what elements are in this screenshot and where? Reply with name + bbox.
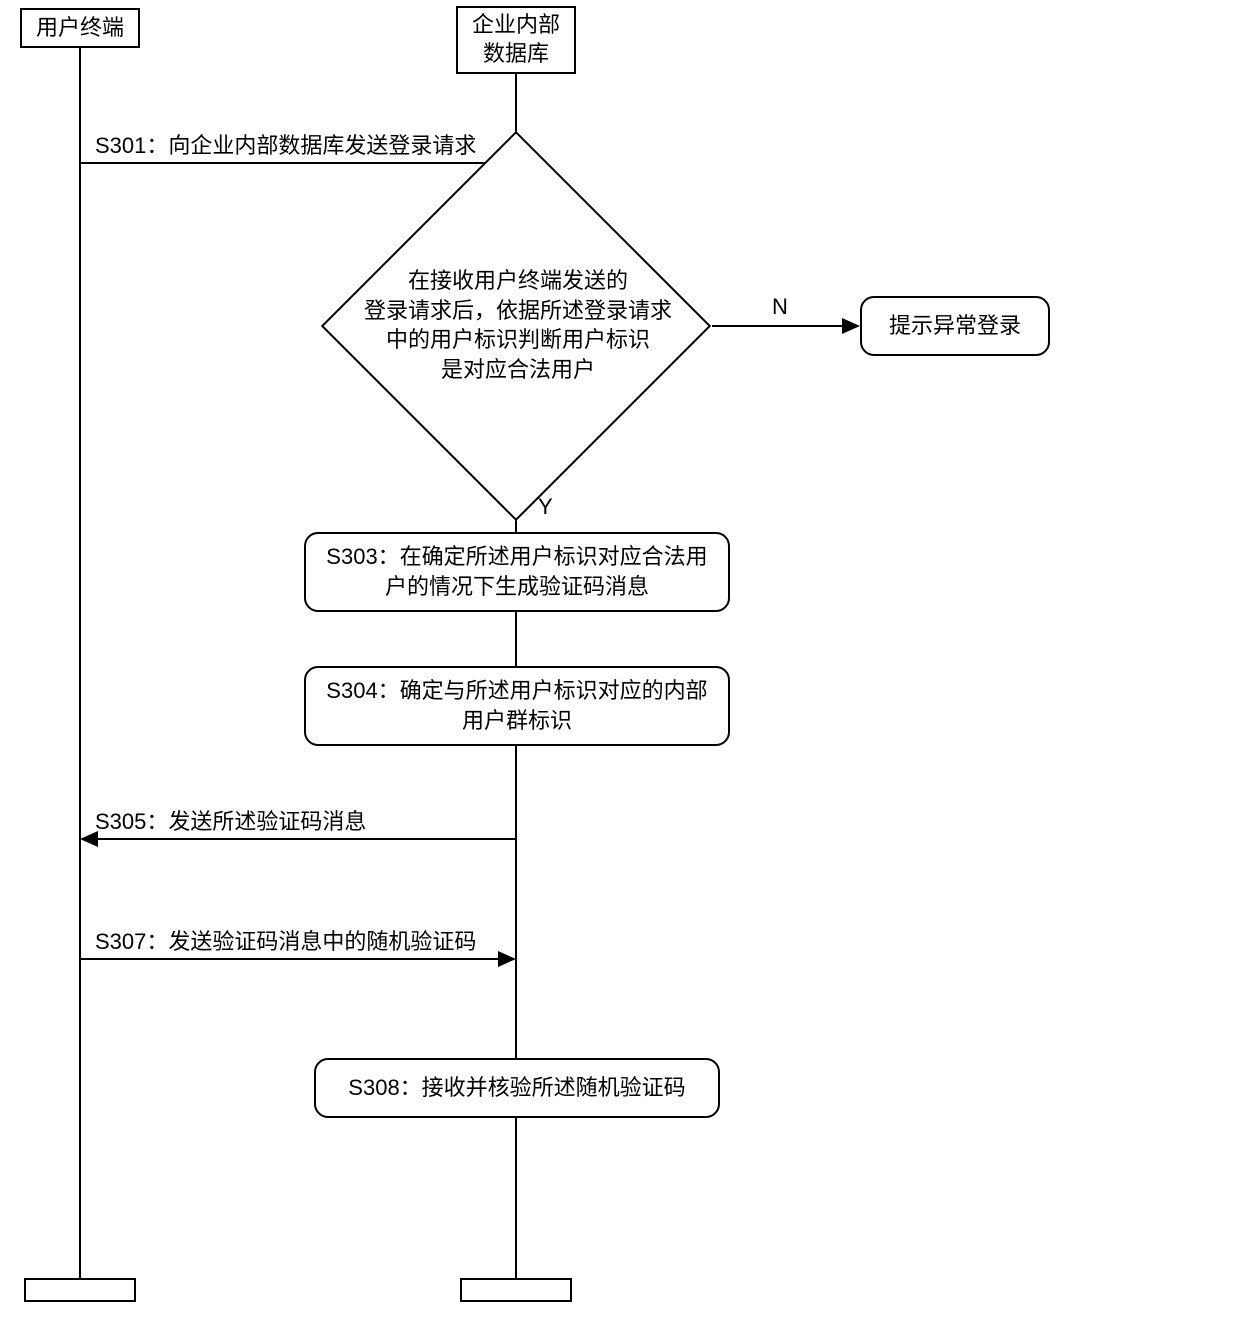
decision-no-arrowhead [842,318,860,334]
alert-label: 提示异常登录 [889,311,1021,341]
msg-s305-line [96,838,516,840]
step-s303: S303：在确定所述用户标识对应合法用 户的情况下生成验证码消息 [304,532,730,612]
msg-s305-label: S305：发送所述验证码消息 [95,804,366,836]
msg-s307-arrowhead [498,951,516,967]
endcap-enterprise-db [460,1278,572,1302]
msg-s301-label: S301：向企业内部数据库发送登录请求 [95,128,476,160]
msg-s305-arrowhead [80,831,98,847]
actor-user-terminal-label: 用户终端 [36,14,124,43]
msg-s307-line [80,958,500,960]
msg-s307-label: S307：发送验证码消息中的随机验证码 [95,924,476,956]
step-s304-label: S304：确定与所述用户标识对应的内部 用户群标识 [326,676,707,735]
step-s308: S308：接收并核验所述随机验证码 [314,1058,720,1118]
step-s308-label: S308：接收并核验所述随机验证码 [348,1073,685,1103]
alert-box: 提示异常登录 [860,296,1050,356]
actor-user-terminal: 用户终端 [20,8,140,48]
actor-enterprise-db-label2: 数据库 [483,40,549,69]
msg-s301-line [80,162,500,164]
step-s303-label: S303：在确定所述用户标识对应合法用 户的情况下生成验证码消息 [326,542,707,601]
step-s304: S304：确定与所述用户标识对应的内部 用户群标识 [304,666,730,746]
decision-yes-label: Y [538,494,553,520]
decision-text: 在接收用户终端发送的 登录请求后，依据所述登录请求 中的用户标识判断用户标识 是… [340,266,696,385]
decision-no-label: N [772,294,788,320]
decision-no-line [712,325,844,327]
actor-enterprise-db: 企业内部 数据库 [456,6,576,74]
lifeline-user-terminal [79,48,81,1278]
endcap-user-terminal [24,1278,136,1302]
actor-enterprise-db-label1: 企业内部 [472,11,560,40]
